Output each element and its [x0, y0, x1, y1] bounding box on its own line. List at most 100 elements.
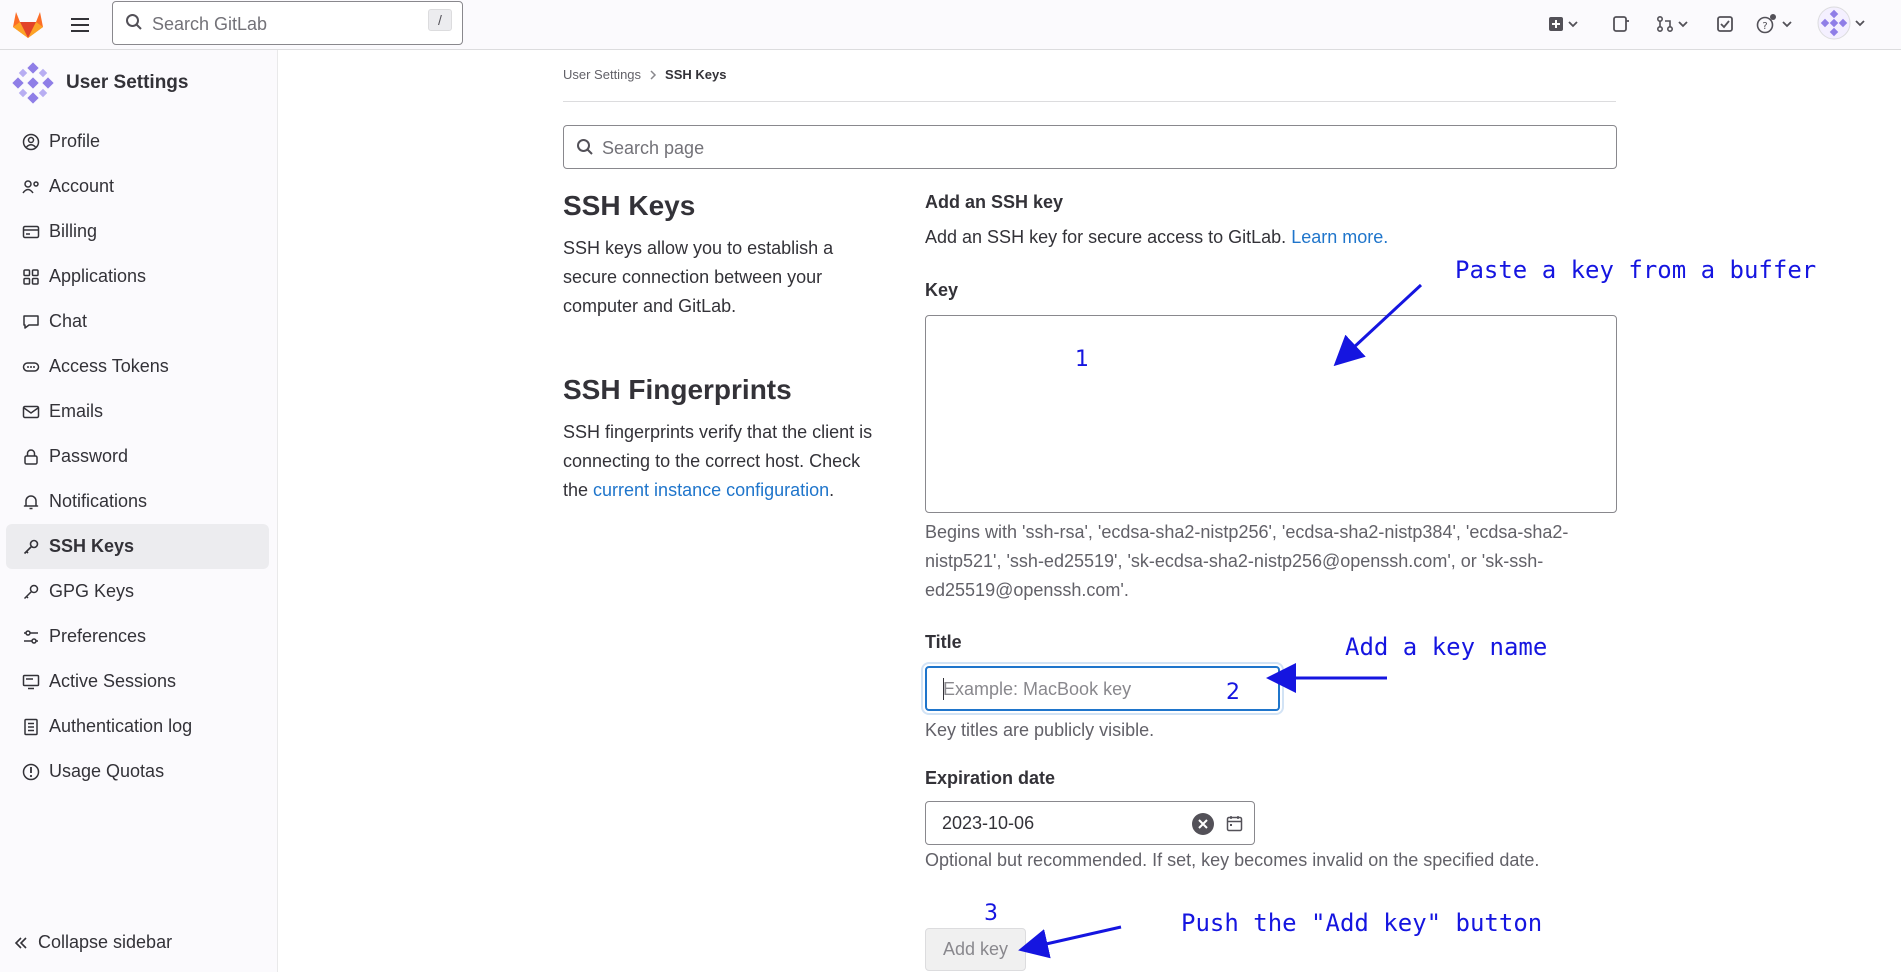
clear-icon[interactable]: [1192, 813, 1214, 835]
top-bar: Search GitLab / ?: [0, 0, 1901, 50]
sidebar-item-label: Preferences: [49, 626, 147, 646]
chevron-double-left-icon: [14, 936, 27, 949]
breadcrumb-current[interactable]: SSH Keys: [665, 67, 726, 82]
merge-request-icon: [1656, 15, 1674, 33]
sidebar-item-preferences[interactable]: Preferences: [6, 614, 269, 659]
annotation-push-button: Push the "Add key" button: [1181, 909, 1543, 937]
svg-text:?: ?: [1762, 21, 1767, 32]
sidebar-item-label: SSH Keys: [49, 536, 135, 556]
annotation-step-2: 2: [1226, 680, 1240, 705]
todo-icon: [1717, 16, 1733, 32]
expiration-date-value: 2023-10-06: [942, 813, 1035, 833]
breadcrumb-parent-link[interactable]: User Settings: [563, 67, 641, 82]
sidebar-header[interactable]: User Settings: [12, 62, 188, 104]
instance-configuration-link[interactable]: current instance configuration: [593, 480, 829, 500]
collapse-sidebar-button[interactable]: Collapse sidebar: [14, 932, 172, 953]
intro-text: Add an SSH key for secure access to GitL…: [925, 227, 1287, 247]
calendar-icon[interactable]: [1226, 815, 1243, 832]
sidebar-item-label: Password: [49, 446, 129, 466]
chat-icon: [23, 314, 39, 329]
fingerprints-text-end: .: [829, 480, 835, 500]
sidebar-item-label: Account: [49, 176, 115, 196]
expiration-date-input[interactable]: 2023-10-06: [925, 801, 1255, 845]
sidebar-item-label: Emails: [49, 401, 104, 421]
sidebar-item-password[interactable]: Password: [6, 434, 269, 479]
expiration-help-text: Optional but recommended. If set, key be…: [925, 850, 1540, 870]
issues-button[interactable]: [1612, 13, 1630, 35]
sidebar-item-gpg-keys[interactable]: GPG Keys: [6, 569, 269, 614]
sidebar-item-access-tokens[interactable]: Access Tokens: [6, 344, 269, 389]
key-textarea[interactable]: [925, 315, 1617, 513]
ssh-fingerprints-heading: SSH Fingerprints: [563, 374, 792, 405]
profile-icon: [22, 133, 40, 150]
sidebar-item-label: GPG Keys: [49, 581, 135, 601]
sidebar-item-authentication-log[interactable]: Authentication log: [6, 704, 269, 749]
key-icon: [23, 539, 39, 554]
merge-requests-dropdown[interactable]: [1656, 13, 1688, 35]
ssh-fingerprints-description: SSH fingerprints verify that the client …: [563, 418, 883, 505]
sidebar-item-profile[interactable]: Profile: [6, 119, 269, 164]
plus-square-icon: [1549, 17, 1563, 31]
todos-button[interactable]: [1716, 13, 1734, 35]
user-menu-dropdown[interactable]: [1817, 6, 1865, 40]
lock-icon: [24, 448, 38, 465]
sidebar-item-label: Chat: [49, 311, 88, 331]
help-dropdown[interactable]: ?: [1756, 13, 1792, 35]
sidebar-title: User Settings: [66, 72, 189, 93]
expiration-date-label: Expiration date: [925, 768, 1056, 788]
global-search-input[interactable]: Search GitLab /: [112, 1, 463, 45]
sidebar-nav: Profile Account Billing Applications Cha…: [6, 119, 269, 794]
sidebar-item-applications[interactable]: Applications: [6, 254, 269, 299]
sidebar-item-notifications[interactable]: Notifications: [6, 479, 269, 524]
monitor-icon: [22, 674, 40, 689]
sidebar-item-label: Access Tokens: [49, 356, 169, 376]
text-cursor: [943, 678, 944, 700]
sidebar-item-label: Applications: [49, 266, 147, 286]
quota-icon: [22, 763, 40, 780]
sidebar-item-chat[interactable]: Chat: [6, 299, 269, 344]
mail-icon: [22, 405, 40, 418]
sidebar-item-label: Authentication log: [49, 716, 193, 736]
preferences-icon: [24, 629, 38, 644]
search-icon: [576, 138, 594, 156]
token-icon: [22, 361, 40, 372]
sidebar-item-emails[interactable]: Emails: [6, 389, 269, 434]
sidebar-item-active-sessions[interactable]: Active Sessions: [6, 659, 269, 704]
search-shortcut-badge: /: [428, 9, 452, 31]
page-search-placeholder: Search page: [602, 138, 705, 158]
learn-more-link[interactable]: Learn more.: [1291, 227, 1388, 247]
page-search-input[interactable]: Search page: [563, 125, 1617, 169]
avatar: [1817, 6, 1851, 40]
add-key-button[interactable]: Add key: [925, 928, 1026, 971]
annotation-step-1: 1: [1075, 347, 1089, 372]
annotation-add-name: Add a key name: [1345, 633, 1548, 661]
add-ssh-key-intro: Add an SSH key for secure access to GitL…: [925, 223, 1388, 252]
key-label: Key: [925, 280, 959, 300]
sidebar-item-label: Profile: [49, 131, 101, 151]
annotation-paste-key: Paste a key from a buffer: [1455, 256, 1817, 284]
title-label: Title: [925, 632, 962, 652]
gitlab-logo-icon[interactable]: [12, 9, 44, 39]
menu-icon[interactable]: [68, 13, 92, 37]
new-item-dropdown[interactable]: [1548, 13, 1578, 35]
user-avatar-icon: [12, 62, 54, 104]
sidebar-item-usage-quotas[interactable]: Usage Quotas: [6, 749, 269, 794]
search-placeholder: Search GitLab: [152, 14, 268, 34]
annotation-step-3: 3: [984, 901, 998, 926]
arrow-to-add-button: [1018, 925, 1122, 959]
help-icon: ?: [1756, 14, 1776, 34]
add-ssh-key-heading: Add an SSH key: [925, 192, 1064, 212]
sidebar-item-billing[interactable]: Billing: [6, 209, 269, 254]
sidebar-item-label: Billing: [49, 221, 98, 241]
log-icon: [24, 718, 38, 735]
sidebar-item-ssh-keys[interactable]: SSH Keys: [6, 524, 269, 569]
key-help-text: Begins with 'ssh-rsa', 'ecdsa-sha2-nistp…: [925, 522, 1569, 600]
divider: [563, 101, 1616, 102]
ssh-keys-description: SSH keys allow you to establish a secure…: [563, 238, 834, 316]
title-help-text: Key titles are publicly visible.: [925, 720, 1155, 740]
chevron-right-icon: [650, 69, 657, 80]
collapse-sidebar-label: Collapse sidebar: [38, 932, 173, 952]
billing-icon: [22, 225, 40, 238]
sidebar-item-account[interactable]: Account: [6, 164, 269, 209]
issues-icon: [1613, 16, 1629, 32]
